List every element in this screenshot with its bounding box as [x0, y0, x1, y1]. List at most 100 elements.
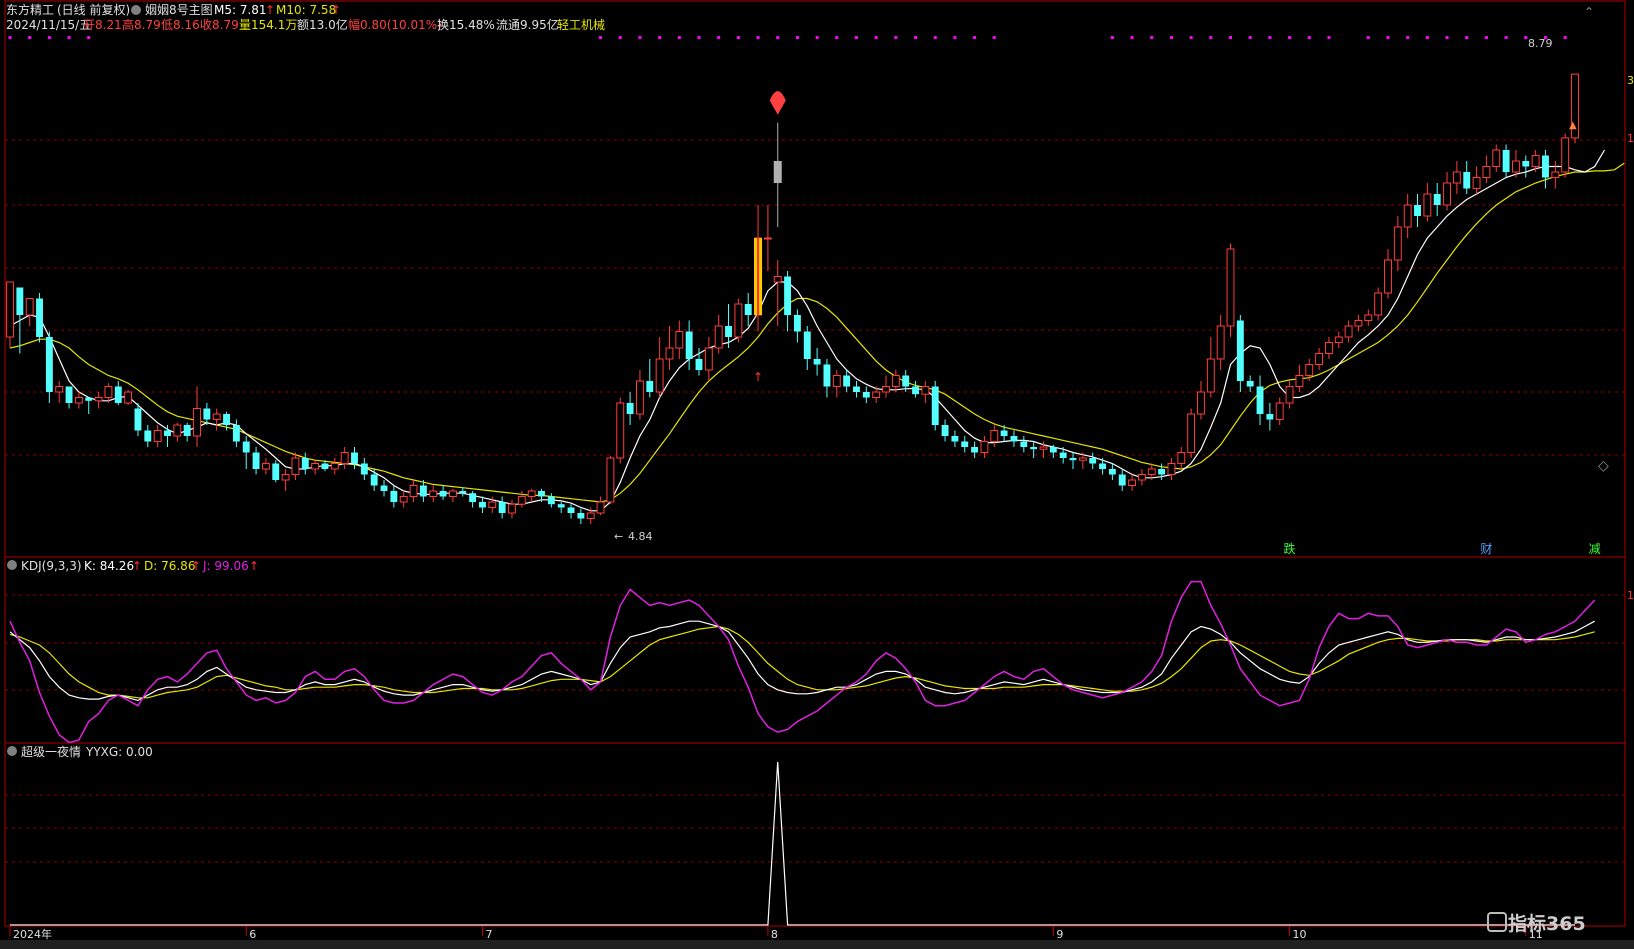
candle-body-down[interactable]: [1059, 452, 1067, 459]
candle-body-up[interactable]: [1275, 402, 1284, 420]
candle-body-up[interactable]: [1177, 452, 1186, 464]
candle-body-down[interactable]: [1502, 150, 1510, 172]
candle-body-up[interactable]: [882, 386, 890, 393]
candle-body-down[interactable]: [134, 408, 142, 431]
candle-body-up[interactable]: [734, 303, 743, 338]
candle-body-up[interactable]: [1364, 314, 1373, 321]
candle-body-up[interactable]: [665, 347, 674, 360]
candle-body-down[interactable]: [232, 425, 240, 442]
candle-body-down[interactable]: [646, 381, 654, 392]
candle-body-down[interactable]: [1099, 463, 1106, 470]
candle-body-up[interactable]: [1128, 479, 1137, 486]
yyxg-name[interactable]: 超级一夜情: [21, 744, 81, 759]
candle-body-up[interactable]: [1206, 358, 1215, 393]
bottom-toolbar[interactable]: [0, 940, 1634, 949]
candle-body-up[interactable]: [212, 413, 221, 420]
candle-body-down[interactable]: [853, 386, 860, 393]
candle-body-up[interactable]: [1423, 193, 1432, 217]
candle-body-down[interactable]: [321, 463, 329, 470]
candle-body-up[interactable]: [655, 358, 664, 393]
candle-body-up[interactable]: [1492, 149, 1501, 167]
candle-body-up[interactable]: [74, 397, 83, 404]
candle-body-up[interactable]: [773, 276, 782, 283]
candle-body-up[interactable]: [330, 463, 339, 470]
candle-body-down[interactable]: [1414, 205, 1421, 216]
candle-body-up[interactable]: [635, 380, 644, 415]
candle-body-up[interactable]: [281, 474, 290, 481]
candle-body-up[interactable]: [173, 424, 182, 437]
candle-body-down[interactable]: [951, 436, 959, 442]
candle-body-down[interactable]: [1266, 414, 1274, 420]
candle-body-down[interactable]: [45, 337, 53, 392]
candle-body-up[interactable]: [6, 281, 14, 338]
candle-body-down[interactable]: [784, 276, 792, 316]
kdj-name[interactable]: KDJ(9,3,3): [21, 559, 82, 573]
candle-body-down[interactable]: [1522, 161, 1530, 167]
candle-body-up[interactable]: [1197, 391, 1205, 415]
candle-body-up[interactable]: [104, 386, 113, 398]
candle-body-up[interactable]: [1511, 160, 1520, 173]
candle-body-down[interactable]: [862, 392, 870, 398]
candle-body-down[interactable]: [1236, 320, 1244, 382]
candle-body-down[interactable]: [360, 463, 368, 475]
diamond-icon[interactable]: ◇: [1598, 458, 1609, 474]
candle-body-down[interactable]: [1049, 447, 1057, 453]
candle-body-up[interactable]: [1078, 457, 1087, 461]
candle-body-up[interactable]: [25, 298, 34, 316]
candle-body-down[interactable]: [931, 386, 939, 426]
candle-body-down[interactable]: [902, 375, 910, 387]
candle-body-down[interactable]: [912, 386, 919, 395]
candle-body-down[interactable]: [725, 326, 732, 337]
candle-body-up[interactable]: [980, 441, 989, 453]
stock-chart[interactable]: ↑▲ 2024年 6 7 8 9 10 11 东方精工 (日线 前复权) 姻姻8号主图 M5…: [0, 0, 1634, 949]
candle-body-up[interactable]: [1531, 155, 1540, 167]
candle-body-down[interactable]: [685, 331, 693, 360]
candle-body-up[interactable]: [517, 496, 526, 505]
collapse-chevron-icon[interactable]: ⌃: [1584, 5, 1594, 19]
candle-body-up[interactable]: [340, 452, 349, 464]
industry-label[interactable]: 轻工机械: [557, 17, 605, 32]
indicator-main-name[interactable]: 姻姻8号主图: [145, 2, 213, 17]
candle-body-up[interactable]: [1443, 182, 1451, 206]
candle-body-down[interactable]: [744, 304, 752, 315]
candle-body-down[interactable]: [1256, 386, 1264, 415]
candle-body-up[interactable]: [1452, 171, 1461, 184]
candle-body-down[interactable]: [961, 441, 969, 448]
candle-body-down[interactable]: [971, 447, 979, 453]
candle-body-down[interactable]: [498, 502, 506, 513]
candle-body-down[interactable]: [242, 441, 250, 453]
yyxg-toggle-icon[interactable]: [7, 746, 17, 756]
candle-body-down[interactable]: [183, 425, 191, 436]
candle-body-down[interactable]: [695, 359, 703, 370]
candle-body-up[interactable]: [1384, 259, 1392, 294]
candle-body-down[interactable]: [626, 403, 634, 414]
candle-body-up[interactable]: [1187, 413, 1196, 453]
candle-body-down[interactable]: [577, 513, 585, 519]
candle-body-down[interactable]: [1246, 381, 1254, 387]
candle-body-up[interactable]: [1285, 386, 1294, 404]
candle-body-up[interactable]: [714, 325, 723, 349]
candle-body-up[interactable]: [586, 512, 595, 519]
candle-body-down[interactable]: [813, 359, 821, 365]
candle-body-down[interactable]: [390, 491, 398, 502]
candle-body-up[interactable]: [606, 457, 615, 503]
candle-body-up[interactable]: [704, 347, 713, 371]
candle-body-up[interactable]: [596, 501, 605, 514]
candlesticks[interactable]: [6, 73, 1579, 524]
candle-body-up[interactable]: [1374, 292, 1383, 316]
candle-body-down[interactable]: [1433, 194, 1441, 205]
candle-body-up[interactable]: [616, 402, 625, 459]
candle-body-up[interactable]: [872, 391, 881, 398]
candle-body-down[interactable]: [843, 375, 851, 387]
candle-body-down[interactable]: [1158, 469, 1166, 475]
candle-body-down[interactable]: [439, 491, 447, 497]
candle-body-down[interactable]: [538, 491, 545, 497]
candle-body-up[interactable]: [488, 501, 497, 508]
candle-body-up[interactable]: [94, 397, 103, 402]
candle-body-up[interactable]: [1226, 248, 1235, 327]
candle-body-up[interactable]: [1482, 166, 1491, 178]
candle-body-up[interactable]: [193, 408, 201, 437]
indicator-toggle-icon[interactable]: [131, 5, 141, 15]
candle-body-up[interactable]: [990, 430, 999, 442]
candle-body-up[interactable]: [1167, 463, 1176, 475]
